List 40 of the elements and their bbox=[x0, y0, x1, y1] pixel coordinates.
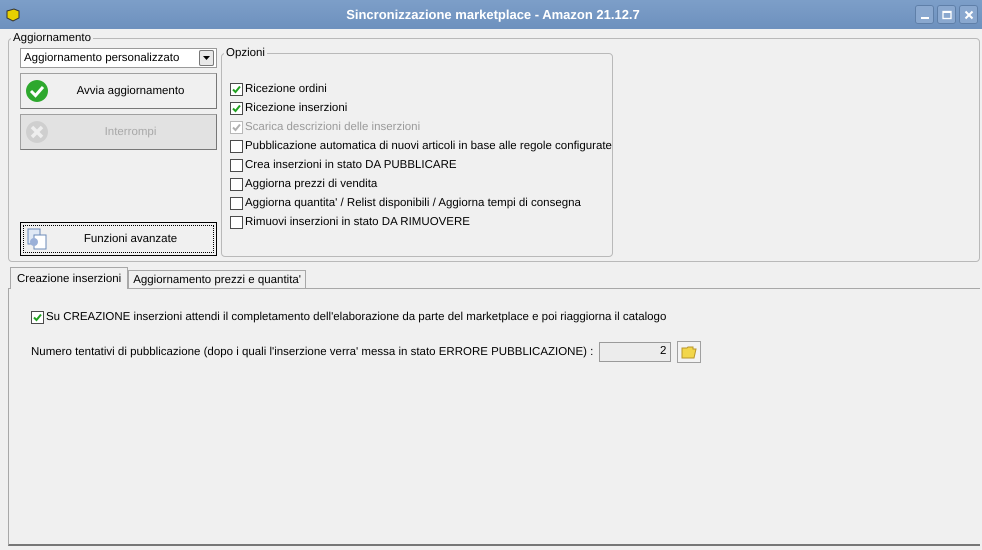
mode-dropdown[interactable]: Aggiornamento personalizzato bbox=[20, 48, 217, 68]
close-icon bbox=[962, 8, 974, 20]
option-label: Ricezione ordini bbox=[245, 83, 327, 95]
maximize-button[interactable] bbox=[937, 5, 956, 24]
action-button[interactable]: Avvia aggiornamento bbox=[20, 73, 217, 109]
option-label: Aggiorna quantita' / Relist disponibili / Aggiorna tempi di consegna bbox=[245, 197, 581, 209]
option-label: Su CREAZIONE inserzioni attendi il completamento dell'elaborazione da parte del marketplace e poi riaggiorna il catalogo bbox=[46, 311, 666, 323]
option-label: Scarica descrizioni delle inserzioni bbox=[245, 121, 420, 133]
advanced-button[interactable]: Funzioni avanzate bbox=[20, 222, 217, 256]
tab[interactable]: Aggiornamento prezzi e quantita' bbox=[128, 270, 306, 288]
checkbox[interactable] bbox=[230, 178, 243, 190]
field-label: Numero tentativi di pubblicazione (dopo i quali l'inserzione verra' messa in stato ERRORE PUBBLICAZIONE) : bbox=[31, 346, 594, 358]
maximize-icon bbox=[940, 8, 952, 20]
group-title: Aggiornamento bbox=[12, 32, 92, 44]
app-icon bbox=[5, 6, 21, 22]
checkbox[interactable] bbox=[31, 310, 44, 324]
checkbox[interactable] bbox=[230, 102, 243, 114]
option-label: Ricezione inserzioni bbox=[245, 102, 348, 114]
caret-icon bbox=[203, 56, 210, 60]
input-field[interactable]: 2 bbox=[599, 342, 672, 362]
option-label: Rimuovi inserzioni in stato DA RIMUOVERE bbox=[245, 216, 470, 228]
cross-icon bbox=[25, 120, 49, 144]
window-title: Sincronizzazione marketplace - Amazon 21.12.7 bbox=[345, 7, 641, 22]
folder-icon bbox=[681, 345, 698, 359]
checkbox[interactable] bbox=[230, 140, 243, 152]
document-icon bbox=[25, 227, 49, 251]
checkbox[interactable] bbox=[230, 82, 243, 96]
group-title: Opzioni bbox=[225, 47, 266, 59]
close-button[interactable] bbox=[959, 5, 978, 24]
check-icon bbox=[25, 79, 49, 103]
minimize-icon bbox=[920, 17, 928, 19]
checkbox[interactable] bbox=[230, 196, 243, 210]
minimize-button[interactable] bbox=[915, 5, 934, 24]
option-label: Aggiorna prezzi di vendita bbox=[245, 178, 378, 190]
checkbox[interactable] bbox=[230, 216, 243, 228]
checkbox[interactable] bbox=[230, 158, 243, 172]
tab[interactable]: Creazione inserzioni bbox=[10, 267, 128, 289]
folder-button[interactable] bbox=[677, 341, 702, 363]
option-label: Crea inserzioni in stato DA PUBBLICARE bbox=[245, 159, 457, 171]
option-label: Pubblicazione automatica di nuovi articoli in base alle regole configurate bbox=[245, 140, 612, 152]
